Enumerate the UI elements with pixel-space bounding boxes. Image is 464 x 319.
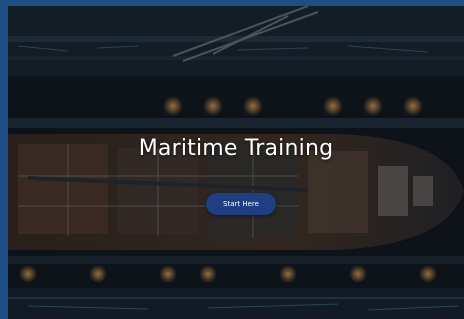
hero-section: Maritime Training Start Here <box>8 6 464 319</box>
page-frame: Maritime Training Start Here <box>0 0 464 319</box>
hero-dark-overlay <box>8 6 464 319</box>
start-here-button[interactable]: Start Here <box>206 193 276 215</box>
hero-title: Maritime Training <box>138 136 334 161</box>
